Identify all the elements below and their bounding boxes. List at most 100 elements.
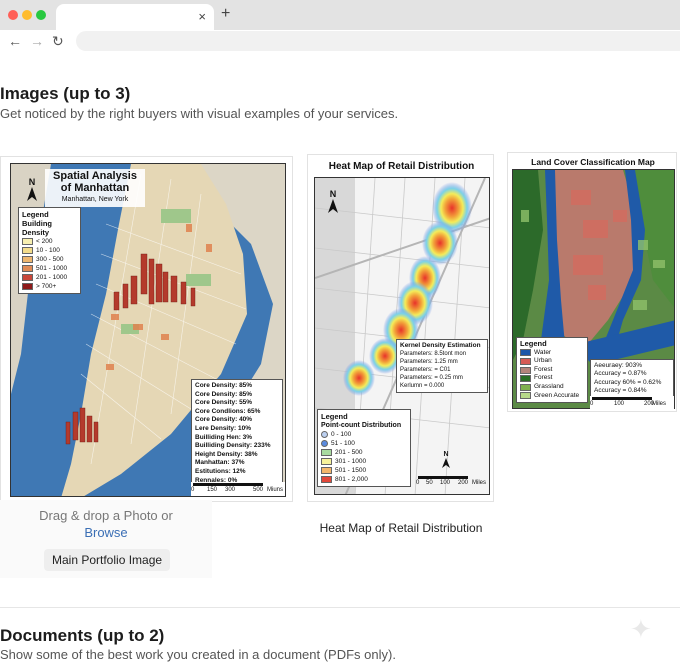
back-arrow-icon[interactable]: ← [8, 32, 22, 50]
map2-north-arrow-icon: N [326, 189, 340, 215]
legend-swatch [321, 440, 328, 447]
map2-north-label: N [329, 189, 337, 199]
browser-toolbar: ← → ↻ [0, 30, 680, 52]
tab-close-icon[interactable]: × [198, 9, 206, 25]
map1-legend-item: 10 - 100 [22, 246, 77, 255]
map3-legend-item: Urban [520, 357, 584, 366]
kde-line: Parameters: 1.25 mm [400, 359, 458, 365]
map3-legend: Legend Water Urban Forest Forest Grassla… [516, 337, 588, 404]
legend-label: 501 - 1000 [36, 265, 68, 272]
legend-label: 201 - 1000 [36, 274, 68, 281]
accuracy-line: Accuracy = 0.87% [594, 370, 647, 378]
stat-line: Manhattan: 37% [195, 459, 245, 467]
map1-legend-item: < 200 [22, 237, 77, 246]
map3-accuracy-box: Aeeuraey: 903% Accuracy = 0.87% Accuracy… [590, 359, 674, 399]
legend-label: 300 - 500 [36, 256, 64, 263]
legend-swatch [520, 366, 531, 374]
legend-swatch [520, 357, 531, 365]
scale-unit: Miuns [267, 487, 284, 493]
map2-legend-title: Legend [321, 412, 348, 421]
drop-instructions: Drag & drop a Photo or [39, 508, 173, 523]
address-bar[interactable] [76, 31, 680, 51]
tab-bar: × + [0, 0, 680, 30]
map1-north-label: N [28, 177, 36, 187]
map1-legend-item: 201 - 1000 [22, 273, 77, 282]
browser-tab[interactable]: × [56, 4, 214, 30]
portfolio-image-2[interactable]: Heat Map of Retail Distribution N Kernel… [307, 154, 494, 502]
reload-icon[interactable]: ↻ [52, 32, 64, 50]
map1-scale-bar: 0 150 300 500 Miuns [191, 482, 285, 496]
scale-label: 500 [253, 487, 264, 493]
legend-swatch [321, 458, 332, 465]
accuracy-line: Accuracy 60% = 0.62% [594, 378, 662, 386]
images-section-title: Images (up to 3) [0, 84, 131, 103]
map2-title: Heat Map of Retail Distribution [328, 161, 475, 172]
map3-legend-title: Legend [520, 339, 547, 348]
scale-label: 100 [614, 401, 625, 407]
scale-label: 300 [225, 487, 236, 493]
map2-legend-item: 51 - 100 [321, 439, 407, 448]
map1-legend-item: 501 - 1000 [22, 264, 77, 273]
map2-legend-item: 201 - 500 [321, 448, 407, 457]
map2-north-label-small: N [443, 451, 449, 458]
sparkle-icon: ✦ [630, 614, 652, 644]
new-tab-icon[interactable]: + [221, 5, 230, 23]
legend-label: 10 - 100 [36, 247, 60, 254]
scale-label: 200 [458, 480, 469, 486]
map1-title-line1: Spatial Analysis [53, 170, 137, 182]
legend-label: 501 - 1500 [335, 467, 367, 474]
stat-line: Height Density: 38% [195, 450, 258, 458]
documents-section-title: Documents (up to 2) [0, 626, 165, 645]
legend-swatch [520, 349, 531, 357]
legend-swatch [520, 383, 531, 391]
map2-legend-subtitle: Point-count Distribution [321, 422, 402, 429]
portfolio-image-1[interactable]: Spatial Analysis of Manhattan Manhattan,… [0, 156, 293, 502]
legend-label: 0 - 100 [331, 431, 352, 438]
scale-unit: Miles [472, 480, 487, 486]
portfolio-image-3[interactable]: Land Cover Classification Map Legend Wat… [507, 152, 677, 412]
legend-swatch [321, 431, 328, 438]
map2-kde-box: Kernel Density Estimation Parameters: 8.… [396, 339, 488, 393]
legend-swatch [22, 256, 33, 263]
legend-label: 201 - 500 [335, 449, 363, 456]
window-minimize-button[interactable] [22, 10, 32, 20]
stat-line: Core Condlions: 65% [195, 407, 261, 415]
map1-subtitle: Manhattan, New York [61, 196, 129, 203]
legend-label: Green Accurate [534, 391, 580, 399]
scale-label: 150 [207, 487, 218, 493]
scale-label: 0 [590, 401, 594, 407]
legend-swatch [22, 274, 33, 281]
stat-line: Lere Density: 10% [195, 424, 251, 432]
browse-link[interactable]: Browse [0, 525, 212, 540]
forward-arrow-icon[interactable]: → [30, 32, 44, 50]
map2-legend-item: 501 - 1500 [321, 466, 407, 475]
documents-section-subtitle: Show some of the best work you created i… [0, 647, 396, 662]
window-maximize-button[interactable] [36, 10, 46, 20]
map2-north-arrow-small-icon: N [440, 451, 452, 470]
stat-line: Builliding Density: 233% [195, 442, 271, 450]
scale-unit: Miles [652, 401, 667, 407]
images-section-subtitle: Get noticed by the right buyers with vis… [0, 106, 399, 121]
stat-line: Core Density: 85% [195, 390, 253, 398]
map3-scale-bar: 0 100 200 Miles [590, 396, 674, 410]
main-portfolio-image-badge[interactable]: Main Portfolio Image [44, 549, 171, 571]
legend-label: 301 - 1000 [335, 458, 367, 465]
scale-label: 0 [416, 480, 420, 486]
map1-legend: Legend Building Density < 200 10 - 100 3… [18, 207, 81, 294]
map2-legend-item: 0 - 100 [321, 430, 407, 439]
legend-label: > 700+ [36, 283, 57, 290]
legend-label: < 200 [36, 238, 53, 245]
stat-line: Estitutions: 12% [195, 467, 246, 475]
legend-swatch [520, 375, 531, 383]
legend-label: 51 - 100 [331, 440, 355, 447]
legend-label: Urban [534, 357, 552, 365]
window-close-button[interactable] [8, 10, 18, 20]
legend-swatch [520, 392, 531, 400]
image-2-caption: Heat Map of Retail Distribution [319, 521, 483, 535]
legend-label: 801 - 2,000 [335, 476, 368, 483]
legend-swatch [22, 265, 33, 272]
legend-label: Forest [534, 365, 553, 373]
scale-label: 100 [440, 480, 451, 486]
legend-label: Forest [534, 374, 553, 382]
map1-stats-box: Core Density: 85% Core Density: 85% Core… [191, 379, 283, 489]
